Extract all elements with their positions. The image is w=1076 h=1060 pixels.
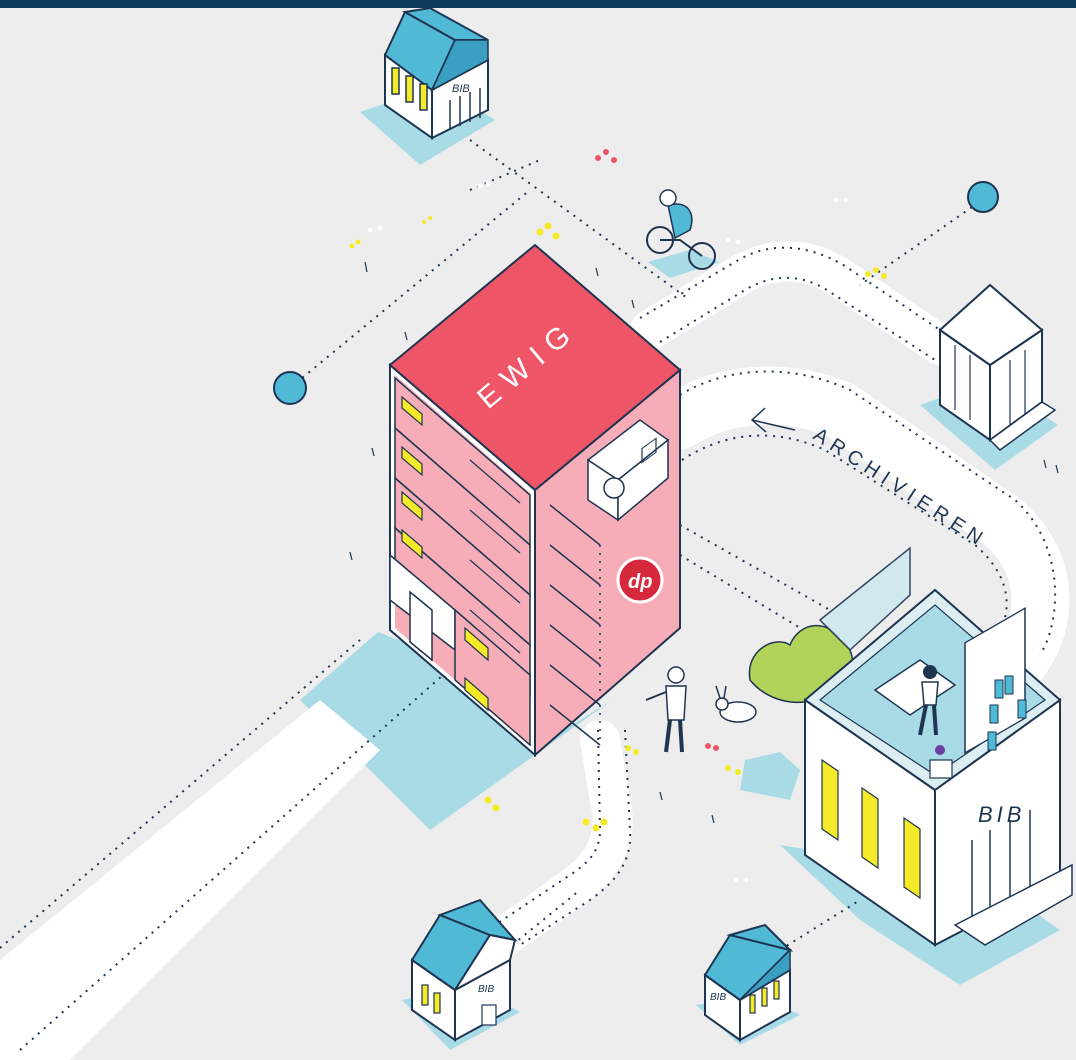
- seal-label: dp: [628, 571, 652, 593]
- left-node: [273, 371, 307, 405]
- rabbit: [715, 685, 757, 723]
- top-bar: [0, 0, 1076, 8]
- connector-right-node: [859, 197, 986, 286]
- right-library-label: BIB: [978, 802, 1025, 827]
- person-with-phone: [645, 666, 687, 753]
- bottom-center-library-label: BIB: [710, 992, 726, 1003]
- archive-illustration: BIB EWIG dp ARCHIVIEREN BIB BIB BIB: [0, 0, 1076, 1060]
- connector-building-right-2: [679, 554, 821, 641]
- bottom-library-label: BIB: [478, 984, 494, 995]
- connector-bottom-center: [779, 899, 861, 951]
- upper-path: [630, 241, 960, 365]
- top-library-label: BIB: [452, 83, 470, 95]
- right-node: [967, 181, 999, 213]
- puddle-shadow: [740, 752, 800, 800]
- white-road: [0, 700, 380, 1060]
